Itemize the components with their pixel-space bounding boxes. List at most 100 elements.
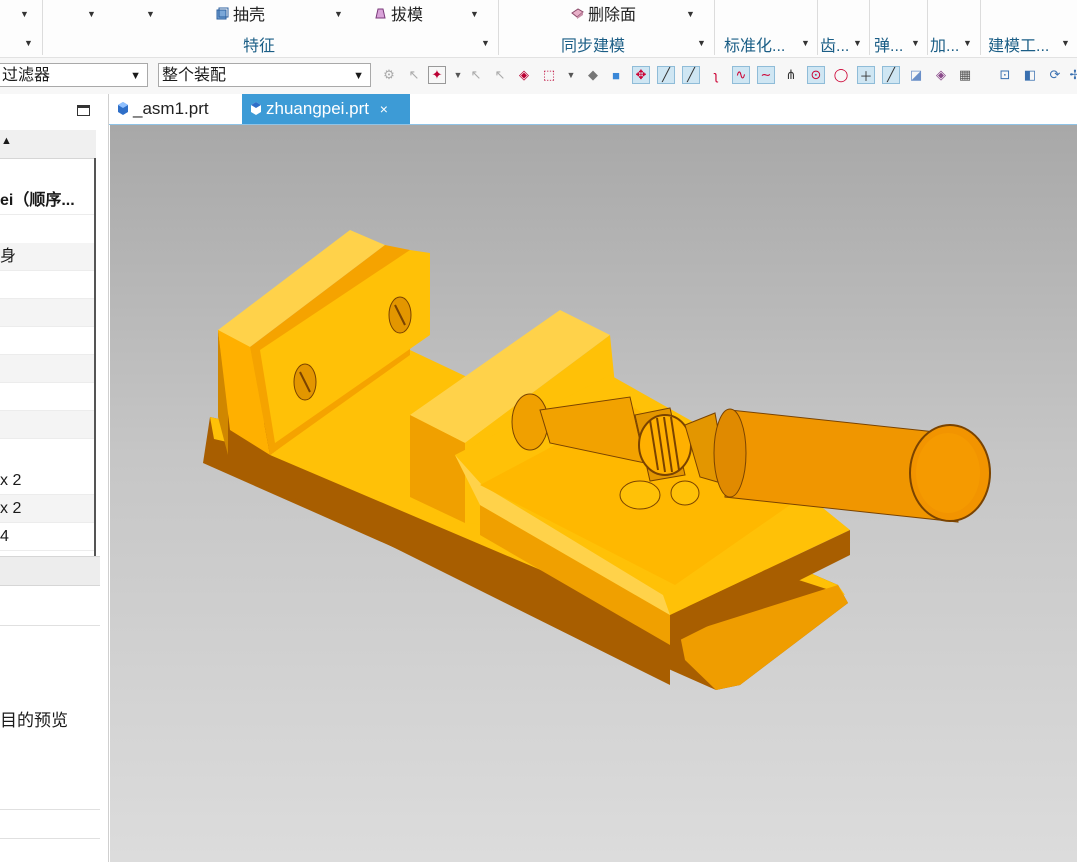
chevron-down-icon[interactable]: ▼	[146, 9, 155, 19]
ribbon-separator	[42, 0, 43, 55]
draft-button[interactable]: 拔模	[374, 2, 423, 24]
chevron-down-icon[interactable]: ▼	[911, 38, 920, 48]
chevron-down-icon[interactable]: ▼	[801, 38, 810, 48]
existing-point-icon[interactable]: ＋	[857, 66, 875, 84]
chevron-down-icon: ▼	[353, 70, 364, 82]
delete-face-label: 删除面	[588, 7, 637, 24]
close-icon[interactable]: ×	[380, 101, 388, 117]
shell-button[interactable]: 抽壳	[216, 2, 265, 24]
group-spring-label[interactable]: 弹...	[874, 32, 903, 56]
chevron-down-icon[interactable]: ▼	[963, 38, 972, 48]
ribbon-separator	[980, 0, 981, 55]
selection-filter-value: 过滤器	[2, 67, 51, 84]
group-gear-label[interactable]: 齿...	[820, 32, 849, 56]
ribbon-separator	[927, 0, 928, 55]
chevron-down-icon[interactable]: ▼	[1061, 38, 1070, 48]
tree-row[interactable]: 4	[0, 523, 94, 551]
spline-point-icon[interactable]: ∼	[757, 66, 775, 84]
pointer-icon[interactable]: ↖	[467, 66, 485, 84]
tab-label: _asm1.prt	[133, 99, 209, 118]
chevron-down-icon[interactable]: ▼	[470, 9, 479, 19]
filter-icon[interactable]: ⚙	[380, 66, 398, 84]
rect-select-icon[interactable]: ⬚	[540, 66, 558, 84]
body-icon[interactable]: ■	[607, 66, 625, 84]
endpoint-icon[interactable]: ╱	[657, 66, 675, 84]
ribbon-separator	[714, 0, 715, 55]
grid-icon[interactable]: ▦	[956, 66, 974, 84]
chevron-down-icon[interactable]: ▼	[686, 9, 695, 19]
part-file-icon	[118, 102, 128, 115]
point-on-face-icon[interactable]: ◪	[907, 66, 925, 84]
target-icon[interactable]: ◈	[515, 66, 533, 84]
part-navigator-panel: ▲ ei（顺序... 身 x 2 x 2 4 目的预览	[0, 94, 109, 862]
chevron-down-icon[interactable]: ▼	[20, 9, 29, 19]
toolbar: 过滤器 ▼ 整个装配 ▼ ⚙ ↖ ✦ ▼ ↖ ↖ ◈ ⬚ ▼ ◆ ■ ✥ ╱ ╱…	[0, 58, 1077, 95]
shell-label: 抽壳	[233, 7, 266, 24]
delete-face-icon	[571, 7, 584, 19]
tree-row-root[interactable]: ei（顺序...	[0, 187, 94, 215]
draft-icon	[375, 8, 386, 18]
tree-row[interactable]	[0, 299, 94, 327]
intersection-icon[interactable]: ⋔	[782, 66, 800, 84]
chevron-down-icon[interactable]: ▼	[24, 38, 33, 48]
divider	[0, 809, 100, 810]
delete-face-button[interactable]: 删除面	[571, 2, 636, 24]
graphics-viewport[interactable]	[110, 125, 1077, 862]
tree-row[interactable]	[0, 411, 94, 439]
zoom-icon[interactable]: ◧	[1021, 66, 1039, 84]
rotate-icon[interactable]: ⟳	[1046, 66, 1064, 84]
tree-row[interactable]: 身	[0, 243, 94, 271]
assembly-scope-dropdown[interactable]: 整个装配 ▼	[158, 63, 371, 87]
select-box-icon[interactable]: ✦	[428, 66, 446, 84]
solid-icon[interactable]: ◆	[584, 66, 602, 84]
panel-footer-bar[interactable]	[0, 556, 100, 586]
tree-row[interactable]	[0, 355, 94, 383]
fit-view-icon[interactable]: ⊡	[996, 66, 1014, 84]
assembly-scope-value: 整个装配	[162, 67, 227, 84]
tab-label: zhuangpei.prt	[266, 99, 370, 118]
group-tools-label[interactable]: 建模工...	[988, 32, 1049, 56]
midpoint-icon[interactable]: ╱	[682, 66, 700, 84]
select-icon[interactable]: ↖	[405, 66, 423, 84]
tree-row[interactable]: x 2	[0, 467, 94, 495]
draft-label: 拔模	[391, 7, 424, 24]
point-on-curve-icon[interactable]: ╱	[882, 66, 900, 84]
divider	[0, 625, 100, 626]
chevron-down-icon[interactable]: ▼	[449, 66, 467, 84]
maximize-icon[interactable]	[77, 105, 90, 116]
tree-row[interactable]: x 2	[0, 495, 94, 523]
quadrant-point-icon[interactable]: ◯	[832, 66, 850, 84]
chevron-down-icon[interactable]: ▼	[87, 9, 96, 19]
preview-label[interactable]: 目的预览	[0, 706, 68, 731]
bounded-grid-icon[interactable]: ◈	[932, 66, 950, 84]
document-tab-bar: _asm1.prt zhuangpei.prt ×	[109, 94, 1077, 125]
chevron-down-icon[interactable]: ▼	[853, 38, 862, 48]
scrollbar[interactable]	[94, 158, 96, 556]
chevron-down-icon[interactable]: ▼	[481, 38, 490, 48]
ribbon-separator	[498, 0, 499, 55]
selection-filter-dropdown[interactable]: 过滤器 ▼	[0, 63, 148, 87]
chevron-down-icon[interactable]: ▼	[562, 66, 580, 84]
group-standard-label[interactable]: 标准化...	[724, 32, 785, 56]
tab-zhuangpei[interactable]: zhuangpei.prt ×	[242, 94, 410, 124]
tree-row[interactable]	[0, 327, 94, 355]
tree-row[interactable]	[0, 383, 94, 411]
vise-assembly-model[interactable]	[110, 125, 1077, 862]
divider	[0, 838, 100, 839]
control-point-icon[interactable]: ∿	[732, 66, 750, 84]
chevron-down-icon: ▼	[130, 70, 141, 82]
snap-point-icon[interactable]: ✥	[632, 66, 650, 84]
curve-point-icon[interactable]: ʅ	[707, 66, 725, 84]
pan-icon[interactable]: ✢	[1066, 66, 1077, 84]
arc-center-icon[interactable]: ⊙	[807, 66, 825, 84]
chevron-down-icon[interactable]: ▼	[697, 38, 706, 48]
chevron-down-icon[interactable]: ▼	[334, 9, 343, 19]
group-add-label[interactable]: 加...	[930, 32, 959, 56]
sort-up-icon: ▲	[1, 135, 12, 147]
tab-asm1[interactable]: _asm1.prt	[109, 94, 241, 124]
ribbon-separator	[869, 0, 870, 55]
tree-row[interactable]	[0, 271, 94, 299]
column-header[interactable]: ▲	[0, 130, 96, 159]
pointer-icon[interactable]: ↖	[491, 66, 509, 84]
ribbon-separator	[817, 0, 818, 55]
